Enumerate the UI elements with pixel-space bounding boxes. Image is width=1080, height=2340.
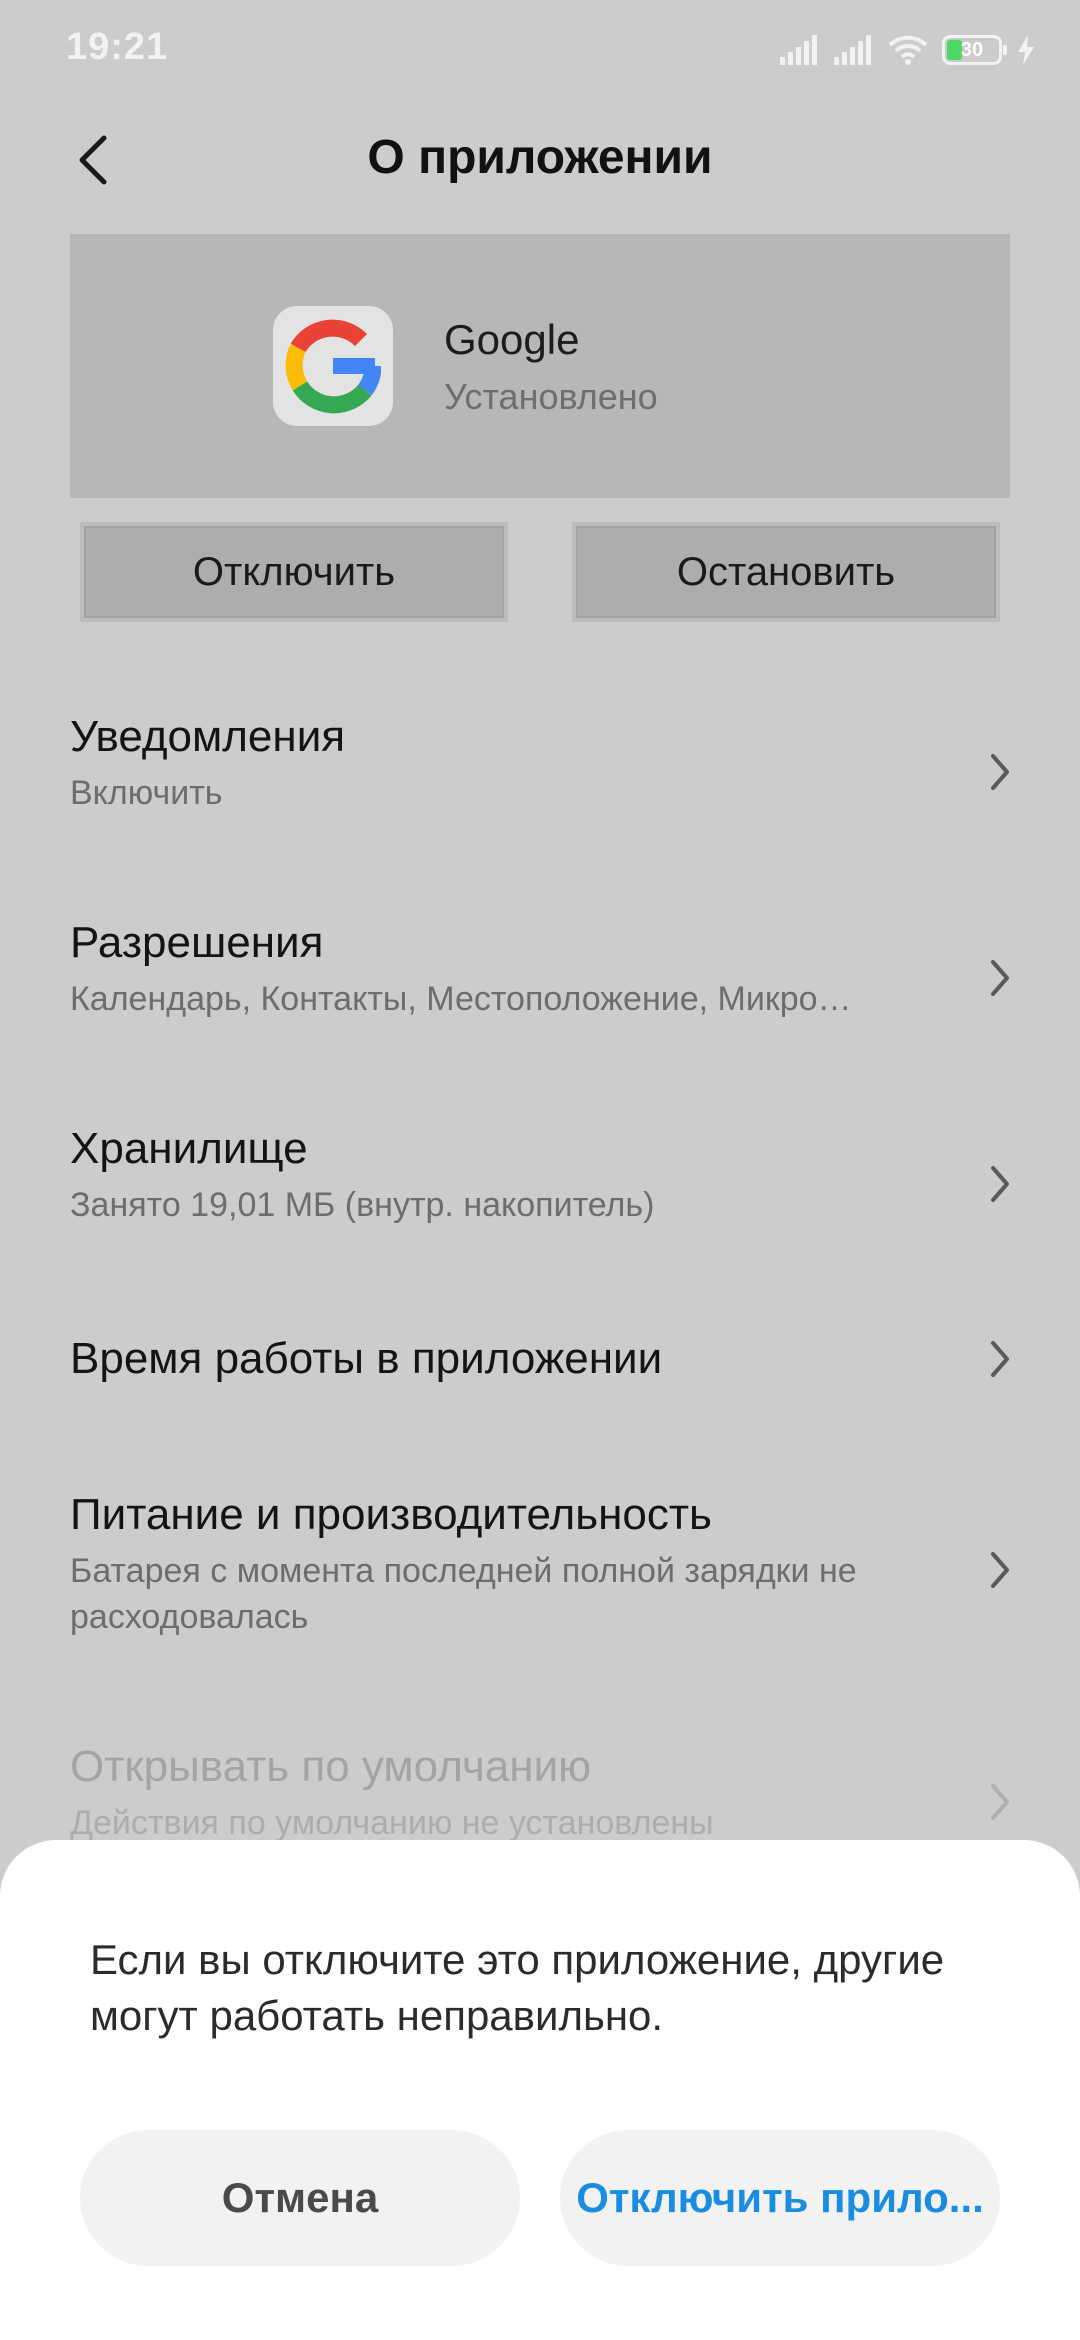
settings-item-title: Уведомления [70, 712, 346, 761]
charging-icon [1016, 35, 1036, 65]
status-bar: 19:21 30 [0, 0, 1080, 100]
chevron-right-icon [980, 948, 1020, 1008]
chevron-right-icon [980, 1329, 1020, 1389]
page-title: О приложении [367, 131, 713, 184]
settings-item-open-by-default[interactable]: Открывать по умолчанию Действия по умолч… [70, 1740, 1020, 1846]
google-logo-icon [273, 306, 393, 426]
confirm-disable-label: Отключить прило... [576, 2174, 984, 2221]
settings-item-subtitle: Календарь, Контакты, Местоположение, Мик… [70, 980, 852, 1018]
wifi-icon [888, 35, 928, 65]
chevron-right-icon [980, 1540, 1020, 1600]
status-icons: 30 [780, 30, 1036, 70]
settings-item-subtitle: Занято 19,01 МБ (внутр. накопитель) [70, 1186, 655, 1224]
app-install-status: Установлено [444, 376, 658, 417]
disable-confirmation-dialog: Если вы отключите это приложение, другие… [0, 1840, 1080, 2340]
app-name: Google [444, 316, 580, 363]
settings-item-title: Время работы в приложении [70, 1334, 663, 1383]
settings-item-storage[interactable]: Хранилище Занято 19,01 МБ (внутр. накопи… [70, 1122, 1020, 1228]
confirm-disable-button[interactable]: Отключить прило... [560, 2130, 1000, 2266]
signal-icon [780, 35, 820, 65]
settings-item-notifications[interactable]: Уведомления Включить [70, 710, 1020, 816]
chevron-right-icon [980, 1154, 1020, 1214]
settings-item-title: Хранилище [70, 1124, 308, 1173]
force-stop-button[interactable]: Остановить [572, 522, 1000, 622]
disable-app-button[interactable]: Отключить [80, 522, 508, 622]
battery-level: 30 [960, 39, 984, 61]
signal-icon [834, 35, 874, 65]
status-time: 19:21 [66, 26, 169, 68]
settings-item-battery[interactable]: Питание и производительность Батарея с м… [70, 1488, 1020, 1640]
chevron-right-icon [980, 742, 1020, 802]
settings-item-permissions[interactable]: Разрешения Календарь, Контакты, Местопол… [70, 916, 1020, 1022]
settings-item-title: Открывать по умолчанию [70, 1742, 592, 1791]
settings-item-screen-time[interactable]: Время работы в приложении [70, 1332, 1020, 1386]
settings-item-subtitle: Включить [70, 774, 223, 812]
settings-item-title: Питание и производительность [70, 1490, 712, 1539]
dialog-message: Если вы отключите это приложение, другие… [90, 1936, 945, 2039]
settings-item-subtitle: Батарея с момента последней полной заряд… [70, 1552, 857, 1636]
cancel-button[interactable]: Отмена [80, 2130, 520, 2266]
app-card: Google Установлено [70, 234, 1010, 498]
chevron-right-icon [980, 1772, 1020, 1832]
settings-item-title: Разрешения [70, 918, 324, 967]
title-bar: О приложении [0, 110, 1080, 210]
battery-icon: 30 [942, 35, 1007, 65]
